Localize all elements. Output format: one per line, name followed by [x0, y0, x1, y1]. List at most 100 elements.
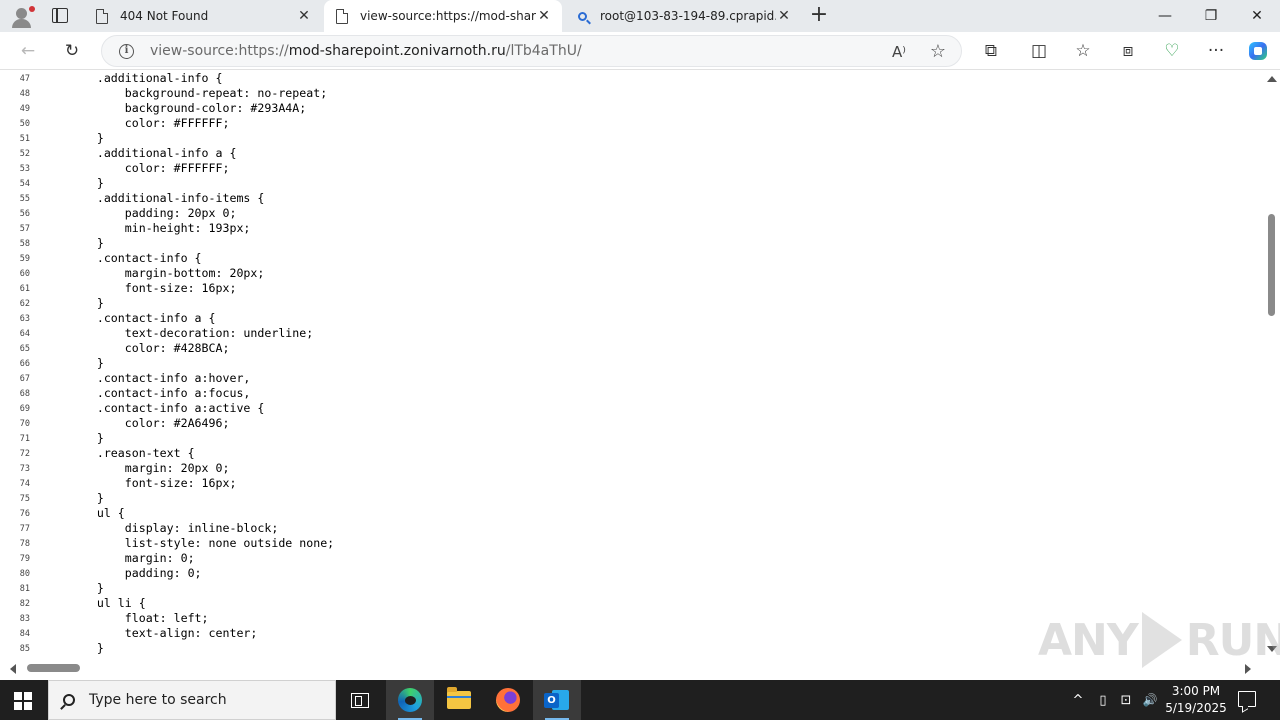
line-number: 54: [19, 179, 30, 189]
collections-icon[interactable]: ⧈: [1114, 38, 1142, 64]
source-line: 57 min-height: 193px;: [0, 221, 1263, 236]
close-window-button[interactable]: ✕: [1234, 0, 1280, 32]
new-tab-button[interactable]: +: [808, 4, 830, 27]
tab-view-source[interactable]: view-source:https://mod-sharep ✕: [324, 0, 562, 32]
source-code-text: .additional-info-items {: [41, 191, 265, 205]
browser-essentials-icon[interactable]: ♡: [1158, 38, 1186, 64]
outlook-taskbar-button[interactable]: O: [533, 680, 581, 720]
source-code-text: color: #FFFFFF;: [41, 161, 230, 175]
url-path: /lTb4aThU/: [505, 43, 582, 59]
horizontal-scroll-thumb[interactable]: [27, 664, 80, 672]
source-code-text: .reason-text {: [41, 446, 195, 460]
volume-icon[interactable]: 🔊: [1140, 690, 1160, 710]
info-icon[interactable]: i: [119, 44, 134, 59]
line-number: 66: [19, 359, 30, 369]
line-number: 76: [19, 509, 30, 519]
edge-taskbar-button[interactable]: [386, 680, 434, 720]
favorites-icon[interactable]: ☆: [1069, 38, 1097, 64]
source-code-text: .contact-info a:focus,: [41, 386, 251, 400]
read-aloud-icon[interactable]: A⁾: [889, 42, 909, 62]
task-view-button[interactable]: [336, 680, 384, 720]
line-number: 50: [19, 119, 30, 129]
edge-icon: [398, 688, 422, 712]
taskbar-clock[interactable]: 3:00 PM 5/19/2025: [1160, 683, 1232, 717]
source-line: 77 display: inline-block;: [0, 521, 1263, 536]
source-code-text: .additional-info a {: [41, 146, 237, 160]
source-view[interactable]: 47 .additional-info {48 background-repea…: [0, 71, 1263, 660]
profile-avatar-icon[interactable]: [10, 5, 35, 29]
source-line: 52 .additional-info a {: [0, 146, 1263, 161]
anyrun-watermark: ANY RUN: [1038, 605, 1280, 675]
source-code-text: }: [41, 296, 104, 310]
clock-time: 3:00 PM: [1171, 684, 1221, 698]
source-code-text: }: [41, 236, 104, 250]
source-line: 79 margin: 0;: [0, 551, 1263, 566]
tab-404-not-found[interactable]: 404 Not Found ✕: [84, 0, 322, 32]
tab-title: root@103-83-194-89.cprapid.com: [600, 9, 776, 23]
source-line: 58 }: [0, 236, 1263, 251]
line-number: 64: [19, 329, 30, 339]
source-line: 72 .reason-text {: [0, 446, 1263, 461]
refresh-button[interactable]: ↻: [58, 38, 86, 64]
notification-center-icon[interactable]: [1238, 691, 1256, 707]
source-code-text: margin: 0;: [41, 551, 195, 565]
extensions-icon[interactable]: ⧉: [977, 38, 1005, 64]
source-line: 75 }: [0, 491, 1263, 506]
line-number: 78: [19, 539, 30, 549]
more-menu-button[interactable]: ···: [1202, 38, 1230, 64]
line-number: 56: [19, 209, 30, 219]
taskbar-search-box[interactable]: Type here to search: [48, 680, 336, 720]
source-code-text: min-height: 193px;: [41, 221, 251, 235]
windows-start-icon[interactable]: [14, 692, 32, 710]
battery-icon[interactable]: ▯: [1094, 690, 1112, 710]
back-button[interactable]: ←: [14, 38, 42, 64]
source-line: 60 margin-bottom: 20px;: [0, 266, 1263, 281]
minimize-button[interactable]: —: [1142, 0, 1188, 32]
scroll-right-icon[interactable]: [1245, 664, 1251, 674]
restore-button[interactable]: ❐: [1188, 0, 1234, 32]
line-number: 63: [19, 314, 30, 324]
file-explorer-taskbar-button[interactable]: [435, 680, 483, 720]
copilot-icon[interactable]: [1244, 38, 1272, 64]
firefox-taskbar-button[interactable]: [484, 680, 532, 720]
tab-close-icon[interactable]: ✕: [296, 8, 312, 24]
tray-chevron-icon[interactable]: ^: [1070, 690, 1086, 710]
tab-close-icon[interactable]: ✕: [536, 8, 552, 24]
scroll-left-icon[interactable]: [10, 664, 16, 674]
line-number: 65: [19, 344, 30, 354]
scroll-up-icon[interactable]: [1267, 76, 1277, 82]
source-line: 51 }: [0, 131, 1263, 146]
vertical-scroll-thumb[interactable]: [1268, 214, 1275, 316]
clock-date: 5/19/2025: [1165, 701, 1227, 715]
tab-close-icon[interactable]: ✕: [776, 8, 792, 24]
firefox-icon: [496, 688, 520, 712]
source-line: 71 }: [0, 431, 1263, 446]
split-screen-icon[interactable]: ◫: [1025, 38, 1053, 64]
source-line: 55 .additional-info-items {: [0, 191, 1263, 206]
source-line: 74 font-size: 16px;: [0, 476, 1263, 491]
source-code-text: color: #2A6496;: [41, 416, 230, 430]
url-host: mod-sharepoint.zonivarnoth.ru: [288, 43, 506, 59]
network-icon[interactable]: ⊡: [1117, 690, 1135, 710]
tab-root-cprapid[interactable]: root@103-83-194-89.cprapid.com ✕: [564, 0, 802, 32]
source-line: 50 color: #FFFFFF;: [0, 116, 1263, 131]
line-number: 53: [19, 164, 30, 174]
line-number: 70: [19, 419, 30, 429]
line-number: 75: [19, 494, 30, 504]
line-number: 84: [19, 629, 30, 639]
source-code-text: background-repeat: no-repeat;: [41, 86, 328, 100]
source-code-text: text-decoration: underline;: [41, 326, 314, 340]
vertical-scrollbar[interactable]: [1263, 71, 1280, 660]
line-number: 74: [19, 479, 30, 489]
source-code-text: float: left;: [41, 611, 209, 625]
line-number: 85: [19, 644, 30, 654]
address-url[interactable]: view-source:https://mod-sharepoint.zoniv…: [150, 43, 582, 59]
favorite-star-icon[interactable]: ☆: [928, 42, 948, 62]
line-number: 52: [19, 149, 30, 159]
source-line: 67 .contact-info a:hover,: [0, 371, 1263, 386]
source-line: 76 ul {: [0, 506, 1263, 521]
line-number: 47: [19, 74, 30, 84]
address-bar[interactable]: i view-source:https://mod-sharepoint.zon…: [101, 35, 962, 67]
source-code-text: .contact-info a:hover,: [41, 371, 251, 385]
tab-actions-icon[interactable]: [52, 8, 68, 23]
